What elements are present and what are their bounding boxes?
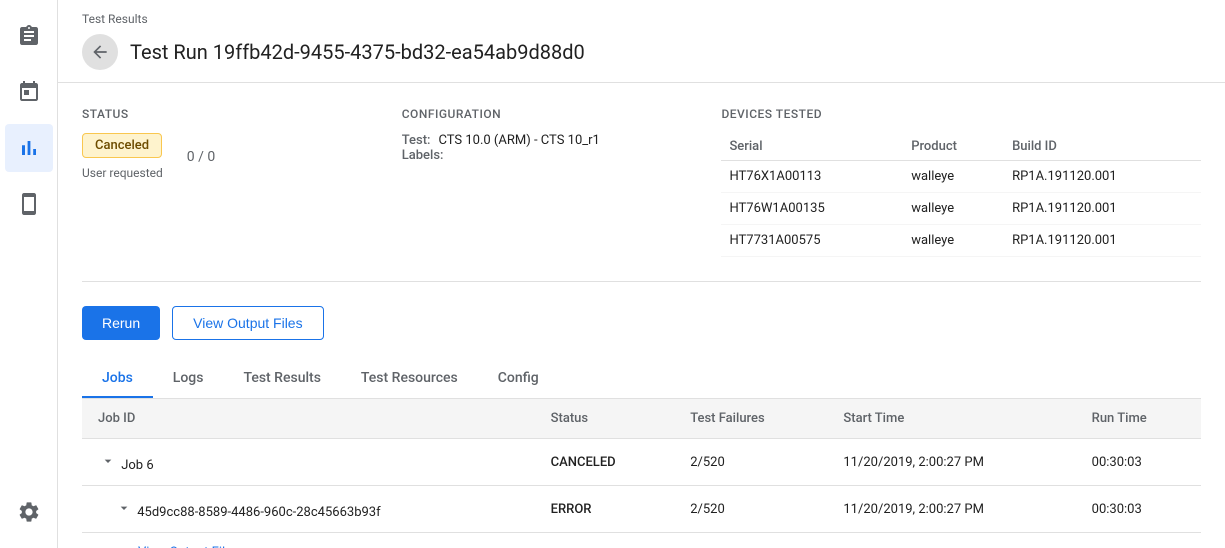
col-status: Status [535,399,675,439]
device-build: RP1A.191120.001 [1004,161,1201,193]
config-key-test: Test: [402,133,431,148]
devices-col-serial: Serial [721,133,903,161]
sidebar-item-settings[interactable] [5,488,53,536]
content-area: Status Canceled User requested 0 / 0 Con… [58,83,1225,548]
devices-col-product: Product [903,133,1004,161]
sidebar-item-calendar[interactable] [5,68,53,116]
config-label: Configuration [402,107,722,121]
view-output-button[interactable]: View Output Files [172,306,323,340]
tab-config[interactable]: Config [478,360,559,398]
title-row: Test Run 19ffb42d-9455-4375-bd32-ea54ab9… [82,34,1201,70]
status-section: Status Canceled User requested 0 / 0 [82,107,402,257]
job-status-cell: CANCELED [535,439,675,486]
device-build: RP1A.191120.001 [1004,225,1201,257]
job-runtime-cell: 00:30:03 [1076,439,1201,486]
rerun-button[interactable]: Rerun [82,306,160,340]
expand-icon-child[interactable] [114,498,134,518]
config-val-test: CTS 10.0 (ARM) - CTS 10_r1 [438,133,599,148]
breadcrumb: Test Results [82,12,1201,26]
col-job-id: Job ID [82,399,535,439]
progress-text: 0 / 0 [187,149,215,165]
table-row-output: View Output Files [82,533,1201,548]
tab-logs[interactable]: Logs [153,360,224,398]
job-failures-cell: 2/520 [674,439,827,486]
tab-jobs[interactable]: Jobs [82,360,153,398]
col-test-failures: Test Failures [674,399,827,439]
status-sub: User requested [82,166,163,180]
sidebar [0,0,58,548]
child-start-cell: 11/20/2019, 2:00:27 PM [827,486,1075,533]
status-label: Status [82,107,402,121]
device-product: walleye [903,193,1004,225]
device-build: RP1A.191120.001 [1004,193,1201,225]
jobs-table: Job ID Status Test Failures Start Time R… [82,399,1201,548]
devices-section: Devices Tested Serial Product Build ID H… [721,107,1201,257]
col-start-time: Start Time [827,399,1075,439]
config-key-labels: Labels: [402,148,444,163]
child-job-id-cell: 45d9cc88-8589-4486-960c-28c45663b93f [82,486,535,533]
devices-table: Serial Product Build ID HT76X1A00113 wal… [721,133,1201,257]
devices-col-build: Build ID [1004,133,1201,161]
back-button[interactable] [82,34,118,70]
table-row: 45d9cc88-8589-4486-960c-28c45663b93f ERR… [82,486,1201,533]
expand-icon[interactable] [98,451,118,471]
tabs-bar: Jobs Logs Test Results Test Resources Co… [82,360,1201,399]
main-area: Test Results Test Run 19ffb42d-9455-4375… [58,0,1225,548]
tab-test-results[interactable]: Test Results [223,360,340,398]
child-runtime-cell: 00:30:03 [1076,486,1201,533]
devices-row: HT76X1A00113 walleye RP1A.191120.001 [721,161,1201,193]
config-section: Configuration Test: CTS 10.0 (ARM) - CTS… [402,107,722,257]
config-row-1: Labels: [402,148,722,163]
job-id-cell: Job 6 [82,439,535,486]
table-row: Job 6 CANCELED 2/520 11/20/2019, 2:00:27… [82,439,1201,486]
sidebar-item-phone[interactable] [5,180,53,228]
sidebar-item-chart[interactable] [5,124,53,172]
config-row-0: Test: CTS 10.0 (ARM) - CTS 10_r1 [402,133,722,148]
info-row: Status Canceled User requested 0 / 0 Con… [82,107,1201,282]
header: Test Results Test Run 19ffb42d-9455-4375… [58,0,1225,83]
tab-test-resources[interactable]: Test Resources [341,360,478,398]
devices-label: Devices Tested [721,107,1201,121]
sidebar-item-clipboard[interactable] [5,12,53,60]
job-start-cell: 11/20/2019, 2:00:27 PM [827,439,1075,486]
devices-row: HT7731A00575 walleye RP1A.191120.001 [721,225,1201,257]
view-output-cell: View Output Files [82,533,1201,548]
child-status-cell: ERROR [535,486,675,533]
devices-row: HT76W1A00135 walleye RP1A.191120.001 [721,193,1201,225]
child-failures-cell: 2/520 [674,486,827,533]
action-row: Rerun View Output Files [82,306,1201,340]
device-serial: HT7731A00575 [721,225,903,257]
status-badge: Canceled [82,133,162,158]
status-inner: Canceled User requested 0 / 0 [82,133,402,180]
device-serial: HT76X1A00113 [721,161,903,193]
col-run-time: Run Time [1076,399,1201,439]
device-serial: HT76W1A00135 [721,193,903,225]
device-product: walleye [903,225,1004,257]
page-title: Test Run 19ffb42d-9455-4375-bd32-ea54ab9… [130,40,585,64]
device-product: walleye [903,161,1004,193]
